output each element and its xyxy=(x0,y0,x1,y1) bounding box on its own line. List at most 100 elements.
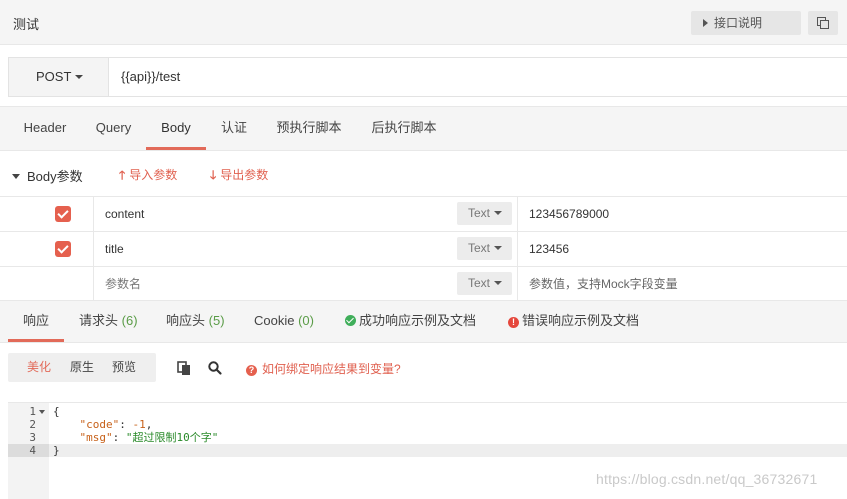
api-doc-button[interactable]: 接口说明 xyxy=(691,11,801,35)
triangle-right-icon xyxy=(703,19,708,27)
arrow-down-icon: 🡓 xyxy=(210,168,217,182)
view-raw-button[interactable]: 原生 xyxy=(70,353,94,382)
export-params-label: 导出参数 xyxy=(220,168,269,182)
param-name-input[interactable]: title xyxy=(105,232,124,267)
line-number: 4 xyxy=(8,444,49,457)
bind-response-help-link[interactable]: ? 如何绑定响应结果到变量? xyxy=(246,360,401,377)
tab-count: (6) xyxy=(121,313,138,328)
tab-request-headers[interactable]: 请求头 (6) xyxy=(79,301,138,342)
check-cell xyxy=(0,232,94,267)
code-line: 2 "code": -1, xyxy=(8,418,847,431)
tab-label: 成功响应示例及文档 xyxy=(359,313,477,328)
json-key: "code" xyxy=(79,418,120,431)
json-key: "msg" xyxy=(79,431,113,444)
table-row: title Text 123456 xyxy=(0,231,847,267)
param-type-select[interactable]: Text xyxy=(457,272,512,295)
param-type-label: Text xyxy=(468,206,491,220)
copy-icon xyxy=(817,17,829,29)
code-text: "code": -1, xyxy=(79,418,153,431)
json-value: "超过限制10个字" xyxy=(125,431,219,444)
divider xyxy=(517,232,518,267)
tab-cookie[interactable]: Cookie (0) xyxy=(254,301,314,342)
code-text: "msg": "超过限制10个字" xyxy=(79,431,219,444)
param-type-select[interactable]: Text xyxy=(457,202,512,225)
code-text: } xyxy=(53,444,60,457)
tab-label: 请求头 xyxy=(79,313,119,328)
export-params-button[interactable]: 🡓 导出参数 xyxy=(210,166,268,187)
tab-count: (5) xyxy=(208,313,225,328)
response-tabs: 响应 请求头 (6) 响应头 (5) Cookie (0) 成功响应示例及文档 … xyxy=(0,300,847,343)
param-value-input[interactable]: 123456789000 xyxy=(529,197,609,232)
tab-header[interactable]: Header xyxy=(0,107,90,150)
line-number: 2 xyxy=(29,418,36,431)
tab-count: (0) xyxy=(298,313,314,328)
tab-success-example[interactable]: 成功响应示例及文档 xyxy=(345,301,476,342)
param-checkbox[interactable] xyxy=(55,206,71,222)
api-doc-label: 接口说明 xyxy=(714,16,763,30)
import-params-button[interactable]: 🡑 导入参数 xyxy=(119,166,177,187)
tab-error-example[interactable]: ! 错误响应示例及文档 xyxy=(508,301,639,342)
param-name-input[interactable]: 参数名 xyxy=(105,267,141,302)
param-value-input[interactable]: 参数值，支持Mock字段变量 xyxy=(529,267,678,302)
param-value-input[interactable]: 123456 xyxy=(529,232,569,267)
help-link-label: 如何绑定响应结果到变量? xyxy=(262,362,401,376)
page-title: 测试 xyxy=(13,17,40,32)
code-text: { xyxy=(53,405,60,418)
copy-button[interactable] xyxy=(808,11,838,35)
param-name-input[interactable]: content xyxy=(105,197,144,232)
divider xyxy=(517,267,518,302)
method-select[interactable]: POST xyxy=(9,58,109,96)
check-cell xyxy=(0,197,94,232)
param-type-label: Text xyxy=(468,241,491,255)
tab-body[interactable]: Body xyxy=(146,107,206,150)
fold-icon[interactable] xyxy=(39,410,45,414)
view-mode-group: 美化 原生 预览 xyxy=(8,353,156,382)
search-icon[interactable] xyxy=(207,360,223,376)
arrow-up-icon: 🡑 xyxy=(119,168,126,182)
view-pretty-button[interactable]: 美化 xyxy=(27,353,51,382)
tab-response-headers[interactable]: 响应头 (5) xyxy=(166,301,225,342)
body-params-label: Body参数 xyxy=(27,169,83,184)
request-tabs: Header Query Body 认证 预执行脚本 后执行脚本 xyxy=(0,106,847,151)
tab-pre-script[interactable]: 预执行脚本 xyxy=(270,107,348,150)
tab-response-label: 响应 xyxy=(23,313,50,328)
code-line: 3 "msg": "超过限制10个字" xyxy=(8,431,847,444)
tab-post-script[interactable]: 后执行脚本 xyxy=(365,107,443,150)
caret-down-icon xyxy=(12,174,20,179)
json-value: -1 xyxy=(132,418,146,431)
check-cell xyxy=(0,267,94,302)
chevron-down-icon xyxy=(494,211,503,215)
tab-response[interactable]: 响应 xyxy=(8,301,64,342)
line-number: 1 xyxy=(29,405,36,418)
import-params-label: 导入参数 xyxy=(129,168,178,182)
code-line: 1 { xyxy=(8,405,847,418)
divider xyxy=(517,197,518,232)
line-number: 3 xyxy=(29,431,36,444)
question-circle-icon: ? xyxy=(246,365,257,376)
url-bar: POST {{api}}/test xyxy=(8,57,847,97)
param-checkbox[interactable] xyxy=(55,241,71,257)
param-type-select[interactable]: Text xyxy=(457,237,512,260)
table-row: content Text 123456789000 xyxy=(0,196,847,232)
code-line: 4 } xyxy=(8,444,847,457)
copy-icon[interactable] xyxy=(176,360,192,376)
param-type-label: Text xyxy=(468,276,491,290)
chevron-down-icon xyxy=(494,281,503,285)
tab-label: 响应头 xyxy=(166,313,206,328)
tab-query[interactable]: Query xyxy=(90,107,137,150)
method-label: POST xyxy=(36,69,72,84)
tab-label: 错误响应示例及文档 xyxy=(522,313,640,328)
view-preview-button[interactable]: 预览 xyxy=(112,353,136,382)
watermark: https://blog.csdn.net/qq_36732671 xyxy=(596,471,818,487)
chevron-down-icon xyxy=(494,246,503,250)
body-params-toggle[interactable]: Body参数 xyxy=(12,166,83,185)
tab-auth[interactable]: 认证 xyxy=(213,107,255,150)
exclamation-circle-icon: ! xyxy=(508,317,519,328)
tab-label: Cookie xyxy=(254,313,295,328)
check-circle-icon xyxy=(345,315,356,326)
body-params-header: Body参数 🡑 导入参数 🡓 导出参数 xyxy=(0,155,847,195)
chevron-down-icon xyxy=(75,75,84,79)
url-input[interactable]: {{api}}/test xyxy=(121,58,180,96)
table-row: 参数名 Text 参数值，支持Mock字段变量 xyxy=(0,266,847,302)
title-bar: 测试 接口说明 xyxy=(0,0,847,45)
